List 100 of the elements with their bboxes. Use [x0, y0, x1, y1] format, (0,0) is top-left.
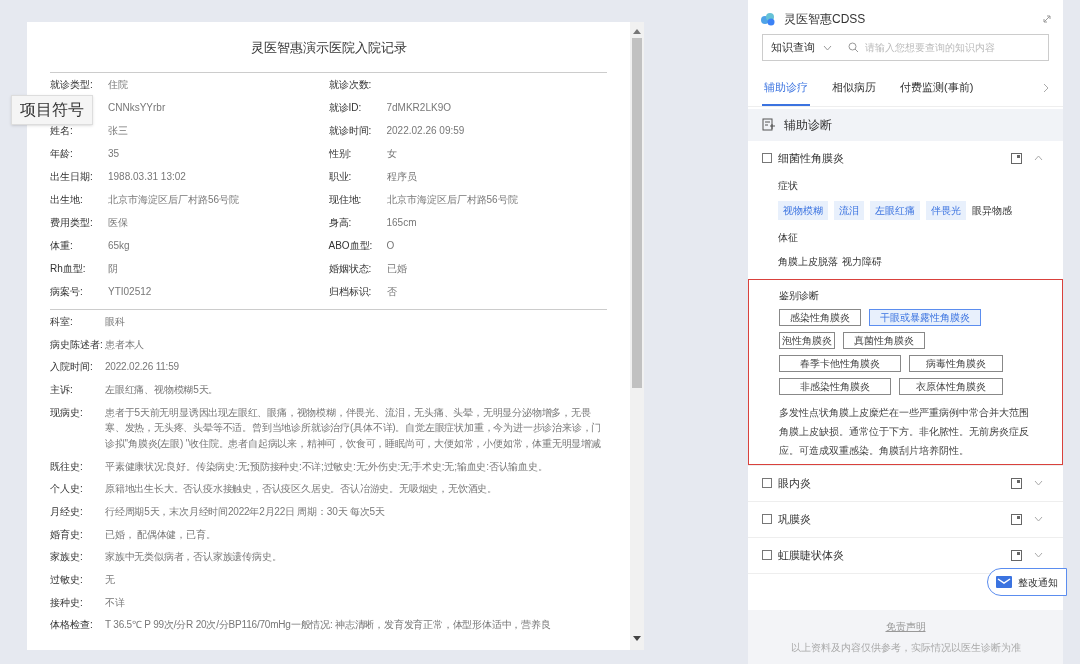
- field-label: 科室:: [50, 316, 73, 328]
- field-label: 体格检查:: [50, 619, 93, 631]
- field-value: 2022.02.26 11:59: [105, 360, 180, 375]
- field-label: 主诉:: [50, 384, 73, 396]
- tab[interactable]: 付费监测(事前): [898, 71, 976, 106]
- notice-button[interactable]: 整改通知: [987, 568, 1067, 596]
- symptom-tag: 视物模糊: [778, 200, 828, 220]
- field-label: 年龄:: [50, 147, 73, 159]
- field-label: 个人史:: [50, 483, 83, 495]
- search-bar[interactable]: 知识查询 请输入您想要查询的知识内容: [762, 34, 1049, 61]
- field-label: 姓名:: [50, 124, 73, 136]
- field-label: 身高:: [328, 216, 352, 228]
- field-label: 费用类型:: [50, 216, 93, 228]
- field-value: 原籍地出生长大。否认疫水接触史，否认疫区久居史。否认冶游史。无吸烟史，无饮酒史。: [105, 482, 498, 497]
- field-value: 女: [386, 146, 397, 161]
- field-value: 平素健康状况:良好。传染病史:无;预防接种史:不详;过敏史:无;外伤史:无;手术史:无;输血史:否认输血史。: [105, 459, 549, 474]
- field-value: T 36.5℃ P 99次/分R 20次/分BP116/70mHg一般情况: 神志清晰，发育发育正常，体型形体适中，营养良: [105, 618, 552, 633]
- note-icon[interactable]: [1011, 152, 1022, 164]
- field-value: 患者于5天前无明显诱因出现左眼红、眼痛，视物模糊，伴畏光、流泪，无头痛、头晕，无明显分泌物增多，无畏寒、发热，无头疼、头晕等不适。曾到当地诊所就诊治疗(具体不详)。自觉左眼症状加重，今为进一步诊治来诊，门诊拟"角膜炎(左眼) "收住院。患者自起病以来，精神可，饮食可，睡眠尚可，大便如常，小便如常，体重无明显增减: [105, 405, 603, 451]
- chevron-down-icon[interactable]: [1034, 516, 1043, 522]
- field-value: 2022.02.26 09:59: [386, 123, 465, 138]
- field-value: 北京市海淀区后厂村路56号院: [108, 192, 240, 207]
- note-icon[interactable]: [1011, 549, 1022, 561]
- subheading: 鉴别诊断: [779, 288, 820, 303]
- field-value: CNNksYYrbr: [108, 100, 166, 115]
- diagnosis-name[interactable]: 虹膜睫状体炎: [778, 546, 844, 564]
- field-label: 既往史:: [50, 460, 83, 472]
- diagnosis-option[interactable]: 病毒性角膜炎: [909, 354, 1003, 372]
- chevron-up-icon[interactable]: [1034, 155, 1043, 161]
- field-value: 65kg: [108, 238, 130, 253]
- chevron-down-icon[interactable]: [1034, 480, 1043, 486]
- field-value: 行经周期5天，末次月经时间2022年2月22日 周期：30天 每次5天: [105, 504, 386, 519]
- field-label: 婚育史:: [50, 528, 83, 540]
- field-value: 已婚， 配偶体健，已育。: [105, 527, 217, 542]
- field-label: 就诊ID:: [328, 101, 362, 113]
- field-value: 医保: [108, 215, 128, 230]
- diagnosis-name[interactable]: 细菌性角膜炎: [778, 149, 844, 167]
- field-label: 现住地:: [328, 193, 362, 205]
- category-dropdown[interactable]: 知识查询: [771, 39, 815, 56]
- search-field[interactable]: 请输入您想要查询的知识内容: [865, 40, 1040, 55]
- field-value: 无: [105, 572, 116, 587]
- chevron-right-icon[interactable]: [1043, 83, 1049, 94]
- field-label: 性别:: [328, 147, 352, 159]
- tab[interactable]: 相似病历: [830, 71, 878, 106]
- search-icon: [848, 42, 859, 53]
- diagnosis-name[interactable]: 眼内炎: [778, 474, 811, 492]
- chevron-down-icon[interactable]: [823, 44, 832, 51]
- diagnosis-option[interactable]: 衣原体性角膜炎: [899, 377, 1003, 395]
- sign-text: 视力障碍: [842, 254, 882, 269]
- field-label: 现病史:: [50, 406, 83, 418]
- symptom-tag: 伴畏光: [926, 200, 966, 220]
- checkbox[interactable]: [762, 153, 772, 163]
- minimize-icon[interactable]: [1043, 15, 1051, 23]
- field-label: 就诊类型:: [50, 78, 93, 90]
- tab[interactable]: 辅助诊疗: [762, 71, 810, 106]
- field-label: 归档标识:: [328, 285, 372, 297]
- app-title: 灵医智惠CDSS: [784, 11, 866, 28]
- field-label: 接种史:: [50, 596, 83, 608]
- tooltip: 项目符号: [11, 95, 93, 125]
- field-value: 7dMKR2LK9O: [386, 100, 451, 115]
- diagnosis-option[interactable]: 春季卡他性角膜炎: [779, 354, 901, 372]
- diagnosis-option[interactable]: 泡性角膜炎: [779, 331, 835, 349]
- symptom-tag: 流泪: [834, 200, 864, 220]
- field-value: 家族中无类似病者，否认家族遗传病史。: [105, 550, 283, 565]
- field-label: 病案号:: [50, 285, 83, 297]
- field-value: 张三: [108, 123, 128, 138]
- diagnosis-option[interactable]: 感染性角膜炎: [779, 308, 861, 326]
- checkbox[interactable]: [762, 478, 772, 488]
- subheading: 症状: [778, 178, 799, 193]
- chevron-down-icon[interactable]: [1034, 552, 1043, 558]
- field-value: 左眼红痛、视物模糊5天。: [105, 383, 220, 398]
- scrollbar-thumb[interactable]: [632, 38, 642, 388]
- field-label: 体重:: [50, 239, 73, 251]
- section-title: 辅助诊断: [784, 116, 832, 134]
- checkbox[interactable]: [762, 514, 772, 524]
- field-label: 病史陈述者:: [50, 338, 103, 350]
- field-label: 过敏史:: [50, 573, 83, 585]
- field-value: 患者本人: [105, 337, 146, 352]
- cloud-logo-icon: [760, 12, 776, 26]
- scrollbar[interactable]: [630, 22, 644, 650]
- note-icon[interactable]: [1011, 477, 1022, 489]
- field-label: ABO血型:: [328, 239, 373, 251]
- checkbox[interactable]: [762, 550, 772, 560]
- field-label: 月经史:: [50, 505, 83, 517]
- scroll-up-icon[interactable]: [633, 28, 641, 34]
- scroll-down-icon[interactable]: [633, 636, 641, 642]
- field-value: 程序员: [386, 169, 417, 184]
- diagnosis-name[interactable]: 巩膜炎: [778, 510, 811, 528]
- field-value: 不详: [105, 595, 126, 610]
- field-value: 眼科: [105, 315, 126, 330]
- field-value: 北京市海淀区后厂村路56号院: [386, 192, 518, 207]
- field-label: 职业:: [328, 170, 352, 182]
- field-value: O: [386, 238, 395, 253]
- diagnosis-option[interactable]: 非感染性角膜炎: [779, 377, 891, 395]
- field-label: 家族史:: [50, 551, 83, 563]
- diagnosis-option[interactable]: 干眼或暴露性角膜炎: [869, 308, 981, 326]
- field-value: 住院: [108, 77, 128, 92]
- note-icon[interactable]: [1011, 513, 1022, 525]
- diagnosis-option[interactable]: 真菌性角膜炎: [843, 331, 925, 349]
- subheading: 体征: [778, 230, 799, 245]
